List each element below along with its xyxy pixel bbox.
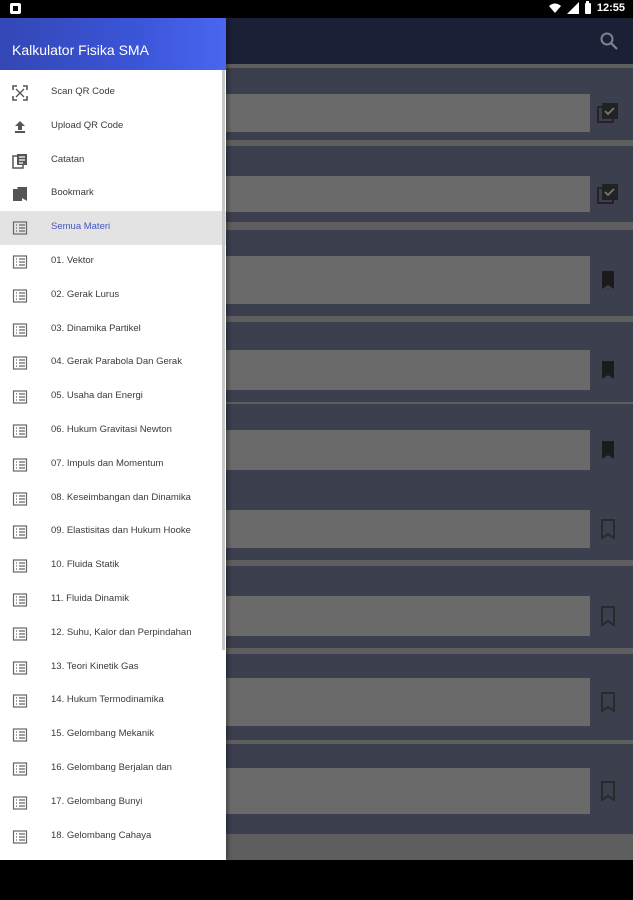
list-icon [12,322,28,338]
drawer-item-label: 12. Suhu, Kalor dan Perpindahan [51,626,192,638]
drawer-item-label: 16. Gelombang Berjalan dan [51,761,172,773]
drawer-item-label: 06. Hukum Gravitasi Newton [51,423,172,435]
drawer-item-label: 13. Teori Kinetik Gas [51,660,139,672]
drawer-item-label: 15. Gelombang Mekanik [51,728,154,740]
drawer-item-upload-qr-code[interactable]: Upload QR Code [0,110,226,144]
scan-qr-icon [12,85,28,101]
list-icon [12,254,28,270]
drawer-item-label: 05. Usaha dan Energi [51,390,143,402]
drawer-item-01-vektor[interactable]: 01. Vektor [0,245,226,279]
drawer-item-04-gerak-parabola-dan-gerak[interactable]: 04. Gerak Parabola Dan Gerak [0,346,226,380]
signal-icon [566,2,579,14]
drawer-title: Kalkulator Fisika SMA [12,42,149,58]
drawer-item-bookmark[interactable]: Bookmark [0,177,226,211]
drawer-item-15-gelombang-mekanik[interactable]: 15. Gelombang Mekanik [0,718,226,752]
list-icon [12,457,28,473]
status-bar: 12:55 [0,0,633,18]
bookmark-filled-icon[interactable] [597,359,619,381]
list-icon [12,491,28,507]
drawer-item-09-elastisitas-dan-hukum-hooke[interactable]: 09. Elastisitas dan Hukum Hooke [0,515,226,549]
bookmark-filled-icon[interactable] [597,439,619,461]
list-icon [12,592,28,608]
bookmark-list-icon [12,186,28,202]
drawer-item-label: Bookmark [51,187,94,199]
list-icon [12,626,28,642]
list-icon [12,389,28,405]
bookmark-filled-icon[interactable] [597,269,619,291]
drawer-item-label: 02. Gerak Lurus [51,288,120,300]
drawer-item-12-suhu-kalor-dan-perpindahan[interactable]: 12. Suhu, Kalor dan Perpindahan [0,617,226,651]
drawer-item-label: 03. Dinamika Partikel [51,322,141,334]
drawer-item-label: 01. Vektor [51,254,94,266]
drawer-item-catatan[interactable]: Catatan [0,144,226,178]
drawer-header: Kalkulator Fisika SMA [0,18,226,70]
list-icon [12,829,28,845]
search-icon[interactable] [599,31,619,51]
drawer-item-label: 11. Fluida Dinamik [51,592,129,604]
drawer-item-17-gelombang-bunyi[interactable]: 17. Gelombang Bunyi [0,786,226,820]
drawer-item-scan-qr-code[interactable]: Scan QR Code [0,76,226,110]
list-icon [12,220,28,236]
wifi-icon [548,3,561,13]
list-icon [12,761,28,777]
list-icon [12,795,28,811]
drawer-item-label: 08. Keseimbangan dan Dinamika [51,491,191,503]
drawer-item-14-hukum-termodinamika[interactable]: 14. Hukum Termodinamika [0,684,226,718]
drawer-item-label: 17. Gelombang Bunyi [51,795,143,807]
drawer-item-label: Semua Materi [51,221,111,233]
checklist-icon[interactable] [597,183,619,205]
drawer-item-label: 04. Gerak Parabola Dan Gerak [51,356,182,368]
drawer-item-label: Catatan [51,153,85,165]
battery-icon [584,0,591,14]
upload-icon [12,119,28,135]
checklist-icon[interactable] [597,102,619,124]
status-icons: 12:55 [548,0,625,14]
bookmark-outline-icon[interactable] [597,691,619,713]
drawer-item-semua-materi[interactable]: Semua Materi [0,211,226,245]
list-icon [12,524,28,540]
notification-icon [10,3,21,14]
drawer-item-label: 07. Impuls dan Momentum [51,457,164,469]
list-icon [12,355,28,371]
drawer-item-18-gelombang-cahaya[interactable]: 18. Gelombang Cahaya [0,820,226,854]
drawer-item-label: 09. Elastisitas dan Hukum Hooke [51,525,191,537]
drawer-item-08-keseimbangan-dan-dinamika[interactable]: 08. Keseimbangan dan Dinamika [0,482,226,516]
drawer-item-label: 14. Hukum Termodinamika [51,694,164,706]
notes-icon [12,153,28,169]
drawer-item-07-impuls-dan-momentum[interactable]: 07. Impuls dan Momentum [0,448,226,482]
bookmark-outline-icon[interactable] [597,605,619,627]
bookmark-outline-icon[interactable] [597,518,619,540]
drawer-item-06-hukum-gravitasi-newton[interactable]: 06. Hukum Gravitasi Newton [0,414,226,448]
navigation-bar [0,860,633,900]
status-time: 12:55 [596,2,625,14]
drawer-item-05-usaha-dan-energi[interactable]: 05. Usaha dan Energi [0,380,226,414]
drawer-item-03-dinamika-partikel[interactable]: 03. Dinamika Partikel [0,313,226,347]
list-icon [12,288,28,304]
drawer-menu: Scan QR Code Upload QR Code Catatan Bookmar… [0,76,226,853]
drawer-scrollbar[interactable] [222,70,225,650]
drawer-item-10-fluida-statik[interactable]: 10. Fluida Statik [0,549,226,583]
drawer-item-label: 18. Gelombang Cahaya [51,829,152,841]
drawer-item-label: Scan QR Code [51,86,115,97]
drawer-item-label: Upload QR Code [51,119,124,131]
navigation-drawer: Kalkulator Fisika SMA Scan QR Code Upload… [0,18,226,860]
list-icon [12,727,28,743]
list-icon [12,558,28,574]
drawer-item-11-fluida-dinamik[interactable]: 11. Fluida Dinamik [0,583,226,617]
drawer-item-13-teori-kinetik-gas[interactable]: 13. Teori Kinetik Gas [0,651,226,685]
drawer-item-16-gelombang-berjalan-dan[interactable]: 16. Gelombang Berjalan dan [0,752,226,786]
drawer-item-02-gerak-lurus[interactable]: 02. Gerak Lurus [0,279,226,313]
list-icon [12,660,28,676]
bookmark-outline-icon[interactable] [597,780,619,802]
list-icon [12,693,28,709]
drawer-item-label: 10. Fluida Statik [51,559,120,571]
list-icon [12,423,28,439]
